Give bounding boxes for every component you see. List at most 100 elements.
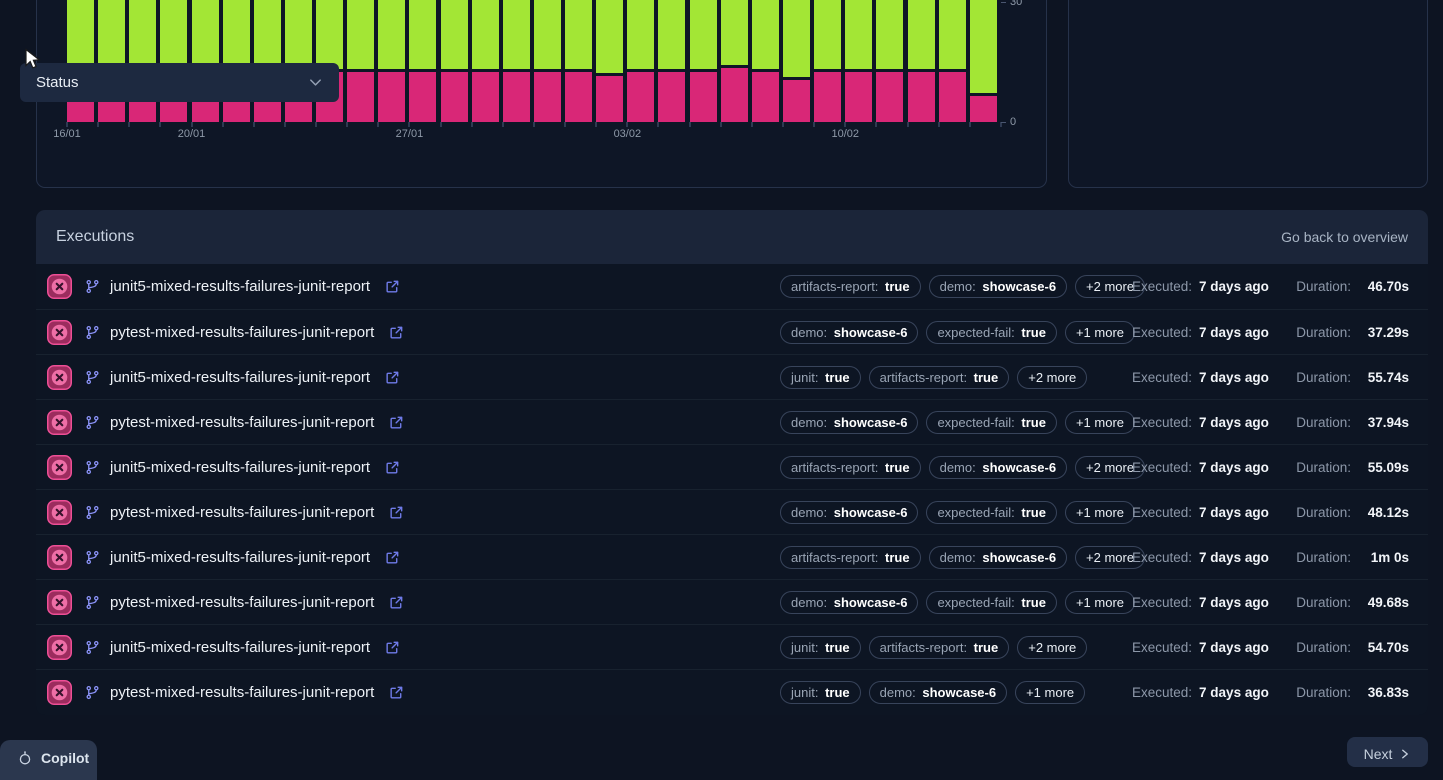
external-link-icon[interactable] — [389, 505, 404, 520]
execution-row[interactable]: junit5-mixed-results-failures-junit-repo… — [36, 444, 1428, 489]
failed-status-icon[interactable] — [47, 545, 72, 570]
external-link-icon[interactable] — [389, 685, 404, 700]
execution-row[interactable]: junit5-mixed-results-failures-junit-repo… — [36, 354, 1428, 399]
failed-status-icon[interactable] — [47, 500, 72, 525]
tags-group: artifacts-report: truedemo: showcase-6+2… — [780, 535, 1145, 579]
bar-passed-19/01 — [160, 0, 187, 65]
external-link-icon[interactable] — [385, 370, 400, 385]
failed-status-icon[interactable] — [47, 590, 72, 615]
bar-passed-04/02 — [658, 0, 685, 69]
tags-group: artifacts-report: truedemo: showcase-6+2… — [780, 264, 1145, 309]
executed-value: 7 days ago — [1199, 550, 1269, 565]
x-axis-tick — [440, 122, 442, 127]
execution-name[interactable]: pytest-mixed-results-failures-junit-repo… — [110, 324, 374, 341]
bar-passed-02/02 — [596, 0, 623, 73]
external-link-icon[interactable] — [389, 415, 404, 430]
bar-passed-13/02 — [939, 0, 966, 69]
git-branch-icon — [85, 325, 100, 345]
tags-group: junit: trueartifacts-report: true+2 more — [780, 625, 1087, 669]
execution-row[interactable]: junit5-mixed-results-failures-junit-repo… — [36, 624, 1428, 669]
execution-row[interactable]: pytest-mixed-results-failures-junit-repo… — [36, 309, 1428, 354]
bar-passed-26/01 — [378, 0, 405, 69]
go-back-to-overview-link[interactable]: Go back to overview — [1281, 229, 1408, 245]
failed-status-icon[interactable] — [47, 635, 72, 660]
more-tags-pill[interactable]: +1 more — [1065, 411, 1135, 434]
tag-pill: expected-fail: true — [926, 591, 1057, 614]
tag-pill: artifacts-report: true — [869, 366, 1010, 389]
external-link-icon[interactable] — [389, 325, 404, 340]
executed-label: Executed: — [1132, 370, 1192, 385]
failed-status-icon[interactable] — [47, 274, 72, 299]
x-axis-tick — [564, 122, 566, 127]
failed-status-icon[interactable] — [47, 365, 72, 390]
tag-pill: expected-fail: true — [926, 411, 1057, 434]
executed-value: 7 days ago — [1199, 460, 1269, 475]
bar-passed-21/01 — [223, 0, 250, 69]
execution-row[interactable]: junit5-mixed-results-failures-junit-repo… — [36, 534, 1428, 579]
failed-status-icon[interactable] — [47, 455, 72, 480]
execution-name[interactable]: pytest-mixed-results-failures-junit-repo… — [110, 594, 374, 611]
duration-label: Duration: — [1296, 595, 1351, 610]
external-link-icon[interactable] — [385, 460, 400, 475]
x-axis-tick — [813, 122, 815, 127]
bar-failed-06/02 — [721, 68, 748, 122]
bar-failed-01/02 — [565, 72, 592, 122]
failed-status-icon[interactable] — [47, 410, 72, 435]
duration-value: 36.83s — [1359, 685, 1409, 700]
executions-list: junit5-mixed-results-failures-junit-repo… — [36, 264, 1428, 714]
more-tags-pill[interactable]: +1 more — [1065, 501, 1135, 524]
bar-failed-08/02 — [783, 80, 810, 122]
external-link-icon[interactable] — [389, 595, 404, 610]
x-axis-tick — [720, 122, 722, 127]
more-tags-pill[interactable]: +1 more — [1065, 591, 1135, 614]
duration-value: 1m 0s — [1359, 550, 1409, 565]
next-page-button[interactable]: Next — [1347, 737, 1428, 767]
x-axis-tick — [533, 122, 535, 127]
x-axis-tick — [128, 122, 130, 127]
executions-header: Executions Go back to overview — [36, 210, 1428, 264]
copilot-button[interactable]: Copilot — [0, 740, 97, 780]
execution-row[interactable]: junit5-mixed-results-failures-junit-repo… — [36, 264, 1428, 309]
execution-name[interactable]: junit5-mixed-results-failures-junit-repo… — [110, 549, 370, 566]
tag-pill: demo: showcase-6 — [869, 681, 1007, 704]
tag-pill: demo: showcase-6 — [780, 591, 918, 614]
execution-name[interactable]: junit5-mixed-results-failures-junit-repo… — [110, 278, 370, 295]
execution-name[interactable]: junit5-mixed-results-failures-junit-repo… — [110, 459, 370, 476]
more-tags-pill[interactable]: +1 more — [1065, 321, 1135, 344]
external-link-icon[interactable] — [385, 550, 400, 565]
duration-value: 55.09s — [1359, 460, 1409, 475]
x-axis-tick — [191, 122, 193, 127]
status-filter-dropdown[interactable]: Status — [20, 63, 339, 102]
more-tags-pill[interactable]: +1 more — [1015, 681, 1085, 704]
execution-row[interactable]: pytest-mixed-results-failures-junit-repo… — [36, 669, 1428, 714]
bar-passed-20/01 — [192, 0, 219, 69]
external-link-icon[interactable] — [385, 279, 400, 294]
tags-group: demo: showcase-6expected-fail: true+1 mo… — [780, 310, 1135, 354]
execution-row[interactable]: pytest-mixed-results-failures-junit-repo… — [36, 489, 1428, 534]
execution-row[interactable]: pytest-mixed-results-failures-junit-repo… — [36, 399, 1428, 444]
tag-pill: expected-fail: true — [926, 501, 1057, 524]
bar-failed-04/02 — [658, 72, 685, 122]
tag-pill: artifacts-report: true — [780, 546, 921, 569]
failed-status-icon[interactable] — [47, 680, 72, 705]
git-branch-icon — [85, 685, 100, 705]
tag-pill: junit: true — [780, 366, 861, 389]
execution-name[interactable]: pytest-mixed-results-failures-junit-repo… — [110, 504, 374, 521]
execution-name[interactable]: junit5-mixed-results-failures-junit-repo… — [110, 639, 370, 656]
execution-row[interactable]: pytest-mixed-results-failures-junit-repo… — [36, 579, 1428, 624]
y-axis-tick — [1001, 2, 1006, 3]
external-link-icon[interactable] — [385, 640, 400, 655]
execution-name[interactable]: junit5-mixed-results-failures-junit-repo… — [110, 369, 370, 386]
more-tags-pill[interactable]: +2 more — [1017, 366, 1087, 389]
failed-status-icon[interactable] — [47, 320, 72, 345]
bar-failed-30/01 — [503, 72, 530, 122]
git-branch-icon — [85, 640, 100, 660]
more-tags-pill[interactable]: +2 more — [1017, 636, 1087, 659]
bar-failed-11/02 — [876, 72, 903, 122]
execution-name[interactable]: pytest-mixed-results-failures-junit-repo… — [110, 684, 374, 701]
executed-label: Executed: — [1132, 640, 1192, 655]
executed-value: 7 days ago — [1199, 415, 1269, 430]
execution-name[interactable]: pytest-mixed-results-failures-junit-repo… — [110, 414, 374, 431]
x-axis-tick — [844, 122, 846, 127]
executed-label: Executed: — [1132, 685, 1192, 700]
